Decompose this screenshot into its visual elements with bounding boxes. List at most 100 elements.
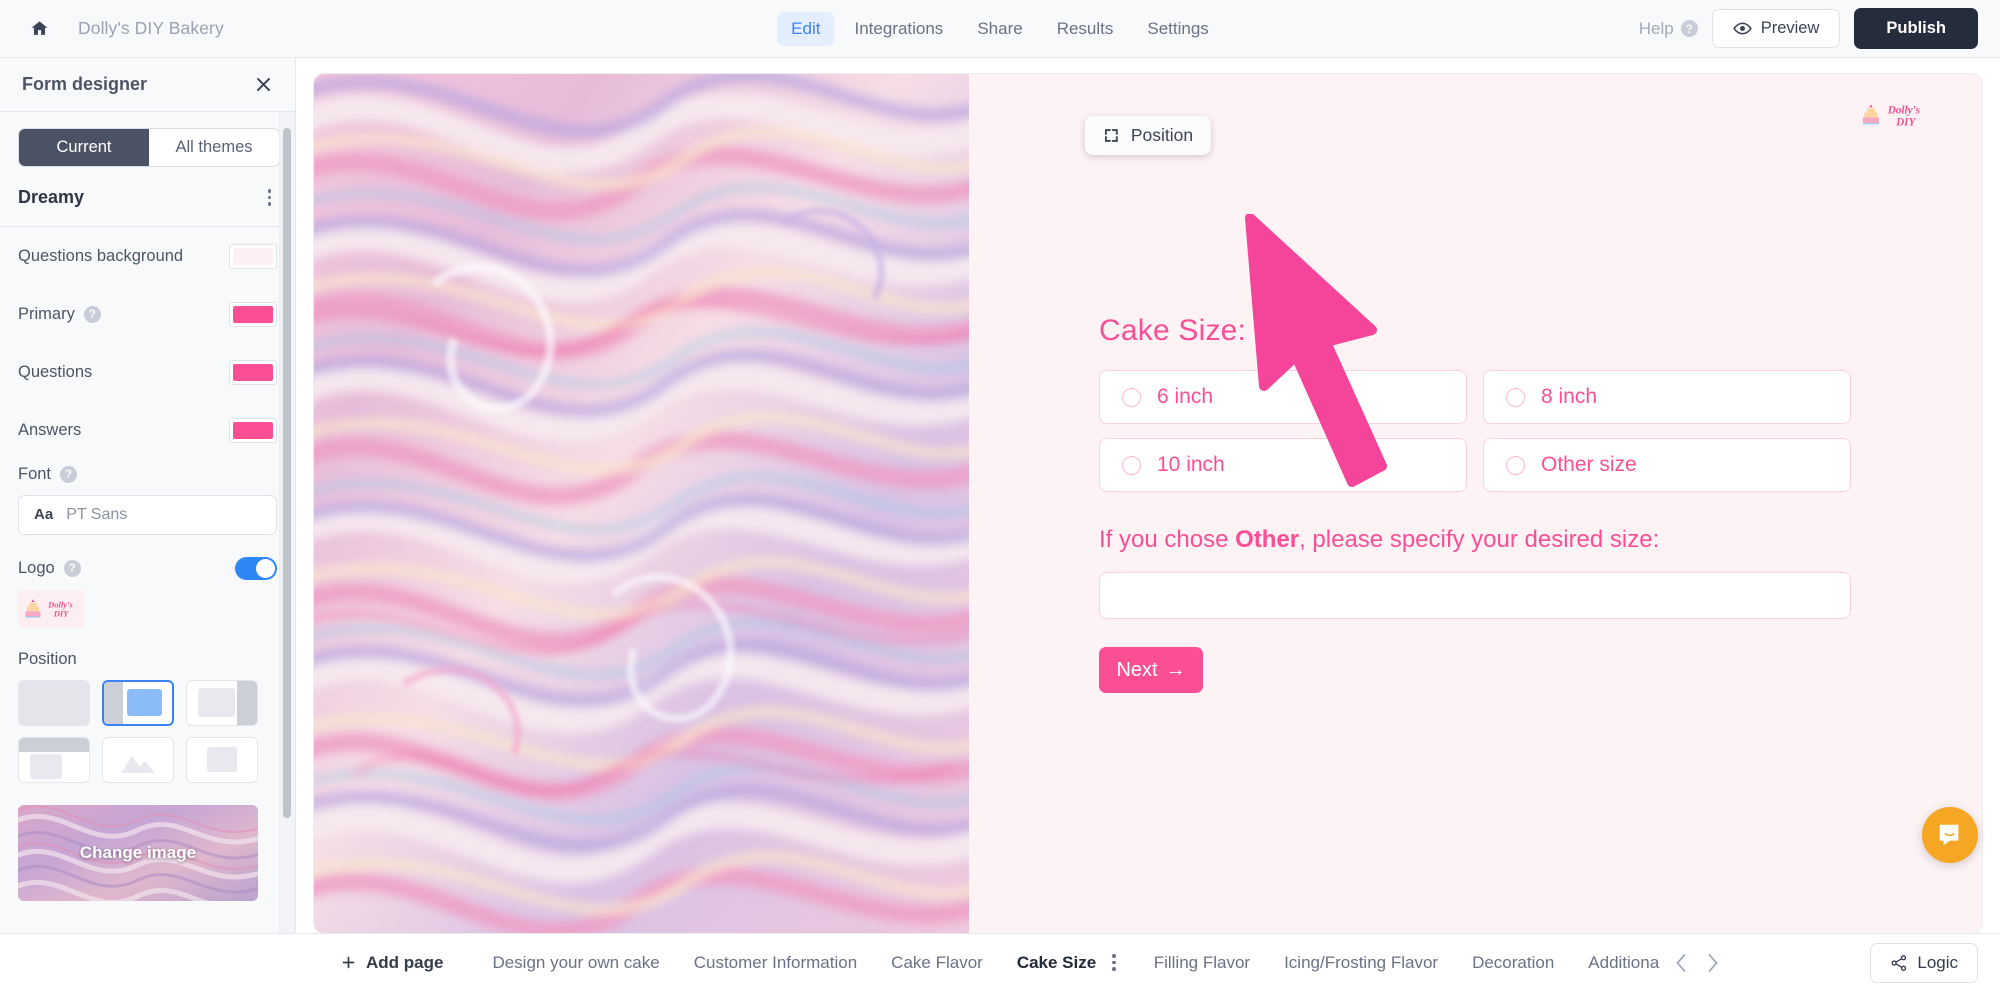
page-tab-additional[interactable]: Additiona: [1571, 953, 1663, 973]
questions-background-color-picker[interactable]: [229, 243, 277, 269]
page-pagination: [1675, 953, 1719, 973]
page-tab-icing-frosting-flavor[interactable]: Icing/Frosting Flavor: [1267, 953, 1455, 973]
change-image-button[interactable]: Change image: [18, 804, 258, 901]
option-10-inch[interactable]: 10 inch: [1099, 438, 1467, 492]
font-label: Font ?: [18, 459, 277, 484]
font-value: PT Sans: [66, 505, 128, 523]
font-label-text: Font: [18, 464, 52, 483]
close-icon: [257, 78, 270, 91]
page-tab-cake-size[interactable]: Cake Size: [1000, 950, 1137, 975]
answers-color-picker[interactable]: [229, 417, 277, 443]
logo-wordmark: Dolly's DIY: [47, 599, 73, 618]
logo-thumbnail[interactable]: Dolly's DIY: [18, 589, 84, 628]
position-option-image-contained[interactable]: [186, 736, 258, 783]
property-label-text: Primary: [18, 304, 75, 323]
sub-question-post: , please specify your desired size:: [1299, 526, 1660, 553]
radio-icon: [1506, 387, 1525, 407]
svg-text:Dolly's: Dolly's: [47, 599, 73, 609]
property-answers: Answers: [18, 401, 277, 459]
position-preview-band: [19, 737, 89, 753]
property-questions-background: Questions background: [18, 227, 277, 285]
radio-icon: [1122, 455, 1141, 475]
option-6-inch[interactable]: 6 inch: [1099, 370, 1467, 424]
sub-question-bold: Other: [1235, 526, 1300, 553]
info-icon: ?: [63, 559, 81, 577]
position-option-image-center[interactable]: [102, 736, 174, 783]
option-other-size[interactable]: Other size: [1483, 438, 1851, 492]
add-page-button[interactable]: Add page: [340, 953, 443, 973]
page-tab-customer-information[interactable]: Customer Information: [677, 953, 874, 973]
close-panel-button[interactable]: [254, 75, 273, 94]
pages-prev-button[interactable]: [1675, 953, 1688, 973]
top-bar: Dolly's DIY Bakery Edit Integrations Sha…: [0, 0, 2000, 58]
panel-title: Form designer: [22, 74, 148, 94]
app-root: Dolly's DIY Bakery Edit Integrations Sha…: [0, 0, 2000, 991]
sidebar-scrollbar[interactable]: [283, 128, 291, 818]
form-image-panel[interactable]: [314, 74, 969, 933]
position-option-full-bleed[interactable]: [18, 679, 90, 726]
tab-settings[interactable]: Settings: [1133, 12, 1222, 46]
logo-wordmark: Dolly's DIY: [1887, 105, 1921, 129]
answer-options: 6 inch 8 inch 10 inch Other size: [1099, 370, 1982, 492]
chevron-left-icon: [1676, 953, 1686, 972]
home-icon: [31, 21, 47, 35]
position-button[interactable]: Position: [1084, 116, 1212, 155]
tab-integrations[interactable]: Integrations: [840, 12, 957, 46]
option-label: 10 inch: [1157, 453, 1225, 476]
tab-results[interactable]: Results: [1043, 12, 1128, 46]
page-tab-design-your-own-cake[interactable]: Design your own cake: [475, 953, 676, 973]
pages-next-button[interactable]: [1706, 953, 1719, 973]
marble-background-image: [314, 74, 969, 933]
logo-label-text: Logo: [18, 558, 55, 577]
tab-edit[interactable]: Edit: [777, 11, 835, 46]
cake-icon: [25, 598, 41, 618]
page-menu-button[interactable]: [1108, 950, 1120, 975]
home-button[interactable]: [22, 12, 56, 46]
page-tab-decoration[interactable]: Decoration: [1455, 953, 1571, 973]
form-preview-card: Dolly's DIY Cake Size: 6 inch 8 inch 10 …: [314, 74, 1982, 933]
page-tab-filling-flavor[interactable]: Filling Flavor: [1137, 953, 1267, 973]
next-button[interactable]: Next →: [1099, 647, 1203, 693]
questions-color-picker[interactable]: [229, 359, 277, 385]
chat-widget-button[interactable]: [1922, 807, 1978, 863]
option-8-inch[interactable]: 8 inch: [1483, 370, 1851, 424]
publish-button[interactable]: Publish: [1854, 8, 1978, 49]
chevron-right-icon: [1708, 953, 1718, 972]
position-option-image-top[interactable]: [18, 736, 90, 783]
font-select[interactable]: Aa PT Sans: [18, 494, 277, 535]
other-size-input[interactable]: [1099, 572, 1851, 619]
radio-icon: [1122, 387, 1141, 407]
page-title: Dolly's DIY Bakery: [78, 18, 224, 38]
position-options-grid: [18, 679, 258, 783]
toggle-knob: [256, 558, 275, 578]
property-label: Questions: [18, 362, 93, 381]
color-swatch: [233, 305, 273, 323]
logo-toggle[interactable]: [235, 556, 277, 580]
option-label: Other size: [1541, 453, 1637, 476]
color-swatch: [233, 363, 273, 381]
info-icon: ?: [60, 465, 78, 483]
position-option-image-right[interactable]: [186, 679, 258, 726]
preview-button[interactable]: Preview: [1711, 9, 1841, 48]
resize-icon: [1104, 129, 1118, 142]
form-logo: Dolly's DIY: [1858, 100, 1930, 130]
logic-button[interactable]: Logic: [1870, 942, 1978, 983]
position-option-image-left[interactable]: [102, 679, 174, 726]
help-link[interactable]: Help ?: [1639, 19, 1698, 39]
panel-header: Form designer: [0, 58, 295, 112]
page-tab-label: Cake Size: [1016, 952, 1097, 972]
logo-row: Logo ?: [18, 535, 277, 586]
position-preview-content: [127, 688, 163, 717]
segment-all-themes[interactable]: All themes: [149, 129, 279, 166]
segment-current[interactable]: Current: [19, 129, 149, 166]
property-questions: Questions: [18, 343, 277, 401]
position-preview-content: [30, 754, 63, 779]
position-preview: [19, 680, 89, 725]
color-swatch: [233, 247, 273, 265]
help-icon: ?: [1680, 20, 1698, 37]
primary-color-picker[interactable]: [229, 301, 277, 327]
theme-menu-button[interactable]: [264, 185, 276, 210]
property-label: Primary ?: [18, 305, 101, 324]
tab-share[interactable]: Share: [963, 12, 1036, 46]
page-tab-cake-flavor[interactable]: Cake Flavor: [874, 953, 1000, 973]
